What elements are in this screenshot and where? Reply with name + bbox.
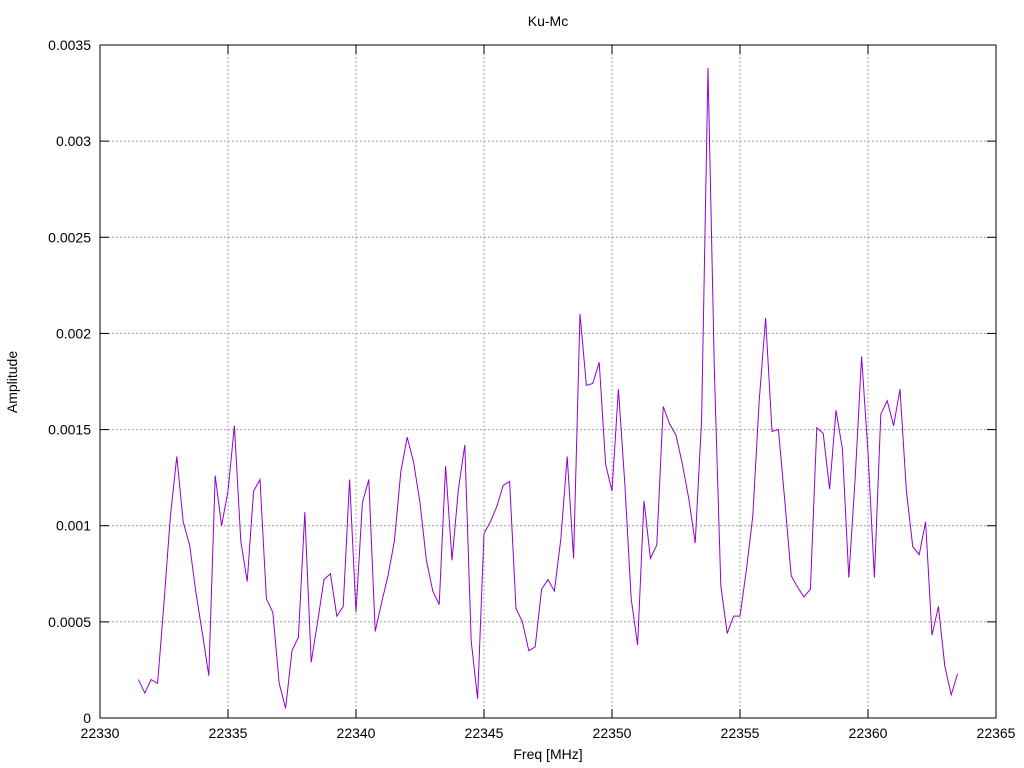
plot-background — [0, 0, 1024, 768]
x-tick-label: 22335 — [209, 725, 248, 741]
y-tick-label: 0.001 — [56, 518, 91, 534]
y-tick-label: 0.003 — [56, 133, 91, 149]
x-tick-label: 22345 — [465, 725, 504, 741]
x-tick-label: 22350 — [593, 725, 632, 741]
y-axis-label: Amplitude — [4, 351, 20, 413]
x-tick-label: 22355 — [721, 725, 760, 741]
y-tick-label: 0.0035 — [48, 37, 91, 53]
x-tick-label: 22360 — [849, 725, 888, 741]
chart-title: Ku-Mc — [528, 13, 568, 29]
x-tick-label: 22365 — [977, 725, 1016, 741]
y-tick-label: 0.0015 — [48, 422, 91, 438]
x-tick-label: 22330 — [81, 725, 120, 741]
y-tick-label: 0.0005 — [48, 614, 91, 630]
x-axis-label: Freq [MHz] — [513, 746, 582, 762]
y-tick-label: 0 — [83, 710, 91, 726]
y-tick-label: 0.002 — [56, 325, 91, 341]
chart: Ku-Mc 22330 22335 22340 22345 22350 22355 2236… — [0, 0, 1024, 768]
x-tick-label: 22340 — [337, 725, 376, 741]
y-tick-label: 0.0025 — [48, 229, 91, 245]
